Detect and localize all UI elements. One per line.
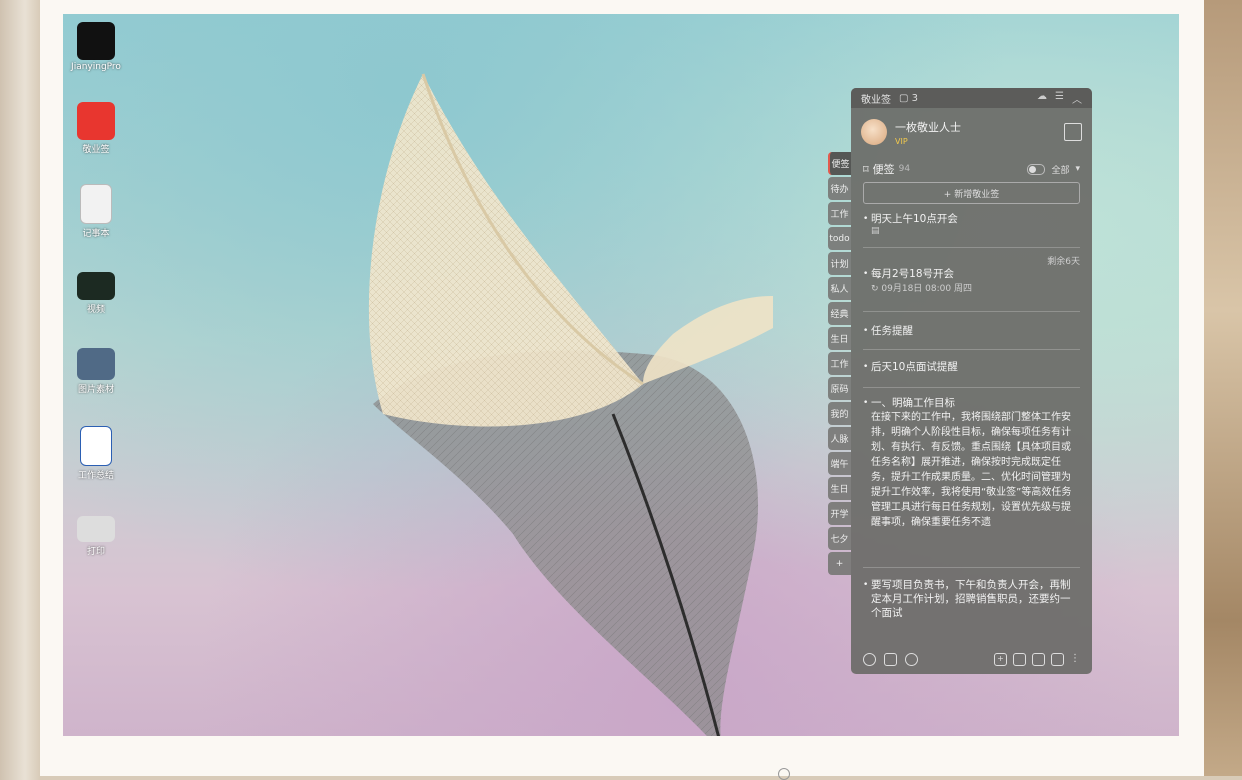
list-item[interactable]: 剩余6天 每月2号18号开会 ↻ 09月18日 08:00 周四 [863,248,1080,312]
clock-icon[interactable] [863,652,876,666]
more-icon[interactable]: ⋮ [1070,653,1080,666]
desktop-icon-printer[interactable]: 打印 [66,516,126,557]
tab-gongzuo[interactable]: 工作 [828,202,851,225]
vip-badge: VIP [895,136,908,146]
video-file-icon [77,272,115,300]
background-strip [1204,0,1242,776]
search-icon[interactable] [905,652,918,666]
bookmark-icon: ⌑ [863,162,869,176]
tab-renmai[interactable]: 人脉 [828,427,851,450]
reminder-time: ↻ 09月18日 08:00 周四 [871,284,972,294]
widget-titlebar[interactable]: 敬业签 ▢ 3 ☁ ☰ ︿ [851,88,1092,108]
filter-select[interactable]: 全部 [1051,163,1069,176]
profile-row: 一枚敬业人士 VIP [851,108,1092,156]
tab-todo[interactable]: todo [828,227,851,250]
list-item[interactable]: 要写项目负责书，下午和负责人开会，再制定本月工作计划，招聘销售职员，还要约一个面… [863,568,1080,630]
remaining-days: 剩余6天 [1047,257,1080,267]
section-count: 94 [898,164,911,174]
checkbox-icon[interactable] [884,652,897,666]
profile-name: 一枚敬业人士 [895,120,961,134]
jingyeqian-widget: 敬业签 ▢ 3 ☁ ☰ ︿ 一枚敬业人士 VIP ⌑ 便签 94 全部 ▾ + … [828,88,1092,674]
desktop-icon-notepad[interactable]: 记事本 [66,184,126,239]
list-item[interactable]: 明天上午10点开会 ▤ [863,204,1080,248]
tab-shengri-2[interactable]: 生日 [828,477,851,500]
notification-badge[interactable]: ▢ 3 [899,93,918,104]
tab-wode[interactable]: 我的 [828,402,851,425]
section-title: 便签 [872,163,895,176]
category-tabs: 便签 待办 工作 todo 计划 私人 经典 生日 工作 原码 我的 人脉 端午… [828,152,851,577]
tab-daiban[interactable]: 待办 [828,177,851,200]
calendar-icon[interactable] [1064,123,1082,141]
desktop-icon-jingyeqian[interactable]: 敬业签 [66,102,126,155]
cloud-icon[interactable]: ☁ [1037,91,1047,106]
collapse-icon[interactable]: ︿ [1072,91,1082,106]
chevron-down-icon[interactable]: ▾ [1075,164,1080,174]
jianying-app-icon [77,22,115,60]
tab-qixi[interactable]: 七夕 [828,527,851,550]
tab-gongzuo-2[interactable]: 工作 [828,352,851,375]
jingyeqian-app-icon [77,102,115,140]
tab-duanwu[interactable]: 端午 [828,452,851,475]
widget-toolbar: + ⋮ [851,644,1092,674]
avatar[interactable] [861,119,887,145]
leaf-wallpaper [368,73,773,736]
toggle-switch[interactable] [1027,163,1046,175]
add-tab-button[interactable]: + [828,552,851,575]
desktop-icon-word[interactable]: 工作总结 [66,426,126,481]
section-header: ⌑ 便签 94 全部 ▾ [851,160,1092,178]
tab-shengri[interactable]: 生日 [828,327,851,350]
word-document-icon [80,426,112,466]
add-icon[interactable]: + [994,652,1007,666]
tab-jingdian[interactable]: 经典 [828,302,851,325]
tab-siren[interactable]: 私人 [828,277,851,300]
list-item[interactable]: 后天10点面试提醒 [863,350,1080,388]
attachment-icon: ▤ [871,226,880,236]
grid-icon[interactable] [1051,652,1064,666]
tab-yuanma[interactable]: 原码 [828,377,851,400]
menu-icon[interactable]: ☰ [1055,91,1064,106]
desktop-icon-image[interactable]: 图片素材 [66,348,126,395]
layout-icon[interactable] [1032,652,1045,666]
add-note-button[interactable]: + 新增敬业签 [863,182,1080,204]
list-item[interactable]: 任务提醒 [863,312,1080,350]
calendar-view-icon[interactable] [1013,652,1026,666]
printer-icon [77,516,115,542]
desktop-icon-jianying[interactable]: JianyingPro [66,22,126,72]
list-item[interactable]: 一、明确工作目标 在接下来的工作中，我将围绕部门整体工作安排，明确个人阶段性目标… [863,388,1080,568]
desktop-icon-video[interactable]: 视频 [66,272,126,315]
tab-bianqian[interactable]: 便签 [828,152,851,175]
tab-kaixue[interactable]: 开学 [828,502,851,525]
widget-app-name: 敬业签 [861,94,891,106]
tab-jihua[interactable]: 计划 [828,252,851,275]
notepad-file-icon [80,184,112,224]
page-indicator [778,768,790,780]
image-file-icon [77,348,115,380]
